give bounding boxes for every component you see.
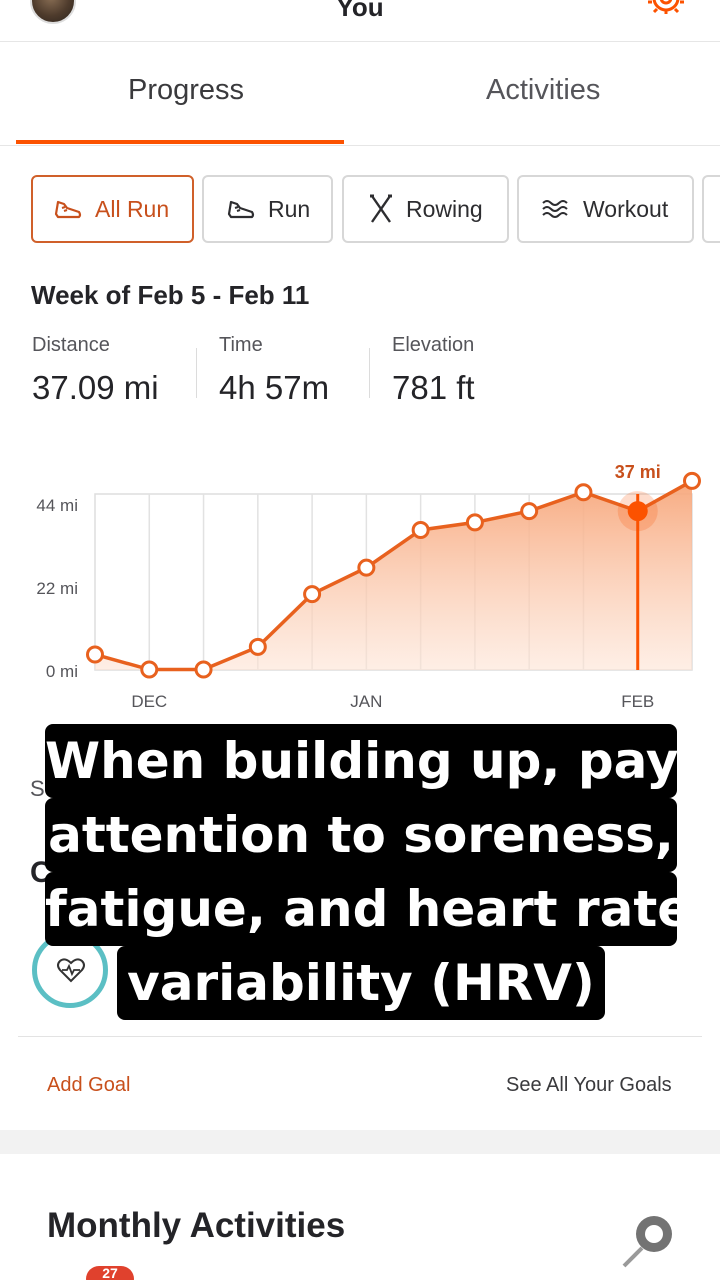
tab-activities[interactable]: Activities bbox=[486, 74, 600, 107]
x-tick-label: DEC bbox=[131, 692, 167, 711]
chip-label: Rowing bbox=[406, 195, 483, 222]
section-label-fragment: S bbox=[30, 776, 45, 801]
data-point[interactable] bbox=[465, 513, 484, 532]
chip-all-run[interactable]: All Run bbox=[31, 175, 194, 243]
workout-wave-icon bbox=[542, 200, 568, 218]
stat-label: Distance bbox=[32, 334, 110, 356]
caption-line: variability (HRV) bbox=[117, 946, 605, 1020]
monthly-activities-panel: Monthly Activities bbox=[0, 1154, 720, 1280]
stat-value: 37.09 mi bbox=[32, 369, 159, 406]
data-point[interactable] bbox=[194, 660, 213, 679]
search-icon[interactable] bbox=[620, 1214, 680, 1274]
chip-more[interactable] bbox=[702, 175, 720, 243]
data-point[interactable] bbox=[574, 483, 593, 502]
gear-icon[interactable] bbox=[642, 0, 690, 22]
caption-line: attention to soreness, bbox=[45, 798, 677, 872]
highlighted-point[interactable] bbox=[627, 501, 648, 522]
tab-progress[interactable]: Progress bbox=[128, 74, 244, 107]
y-tick-label: 44 mi bbox=[36, 496, 78, 515]
data-point[interactable] bbox=[683, 471, 701, 490]
chip-label: Workout bbox=[583, 195, 669, 222]
see-all-goals-link[interactable]: See All Your Goals bbox=[506, 1074, 672, 1097]
divider bbox=[18, 1036, 702, 1037]
y-tick-label: 0 mi bbox=[46, 662, 78, 681]
top-bar: You bbox=[0, 0, 720, 42]
data-point[interactable] bbox=[520, 502, 539, 521]
stat-label: Elevation bbox=[392, 334, 475, 356]
week-title: Week of Feb 5 - Feb 11 bbox=[31, 280, 310, 310]
chip-workout[interactable]: Workout bbox=[517, 175, 694, 243]
stat-value: 4h 57m bbox=[219, 369, 330, 406]
y-tick-label: 22 mi bbox=[36, 579, 78, 598]
shoe-icon bbox=[54, 200, 82, 219]
page-title: You bbox=[336, 0, 384, 22]
stat-time: Time 4h 57m bbox=[219, 334, 329, 407]
chip-label: Run bbox=[268, 195, 311, 222]
active-tab-indicator bbox=[16, 140, 344, 144]
caption-line: When building up, pay bbox=[45, 724, 678, 798]
notification-badge: 27 bbox=[86, 1266, 134, 1280]
heart-pulse-icon bbox=[57, 958, 85, 983]
tab-bar: Progress Activities bbox=[0, 42, 720, 146]
stat-divider bbox=[196, 348, 197, 398]
oars-icon bbox=[370, 194, 392, 223]
monthly-activities-title: Monthly Activities bbox=[47, 1206, 346, 1245]
x-tick-label: FEB bbox=[621, 692, 654, 711]
data-point[interactable] bbox=[248, 637, 267, 656]
shoe-icon bbox=[227, 200, 255, 219]
data-point[interactable] bbox=[411, 520, 430, 539]
x-tick-label: JAN bbox=[350, 692, 382, 711]
stat-value: 781 ft bbox=[392, 369, 475, 406]
stat-label: Time bbox=[219, 334, 263, 356]
stat-divider bbox=[369, 348, 370, 398]
chip-rowing[interactable]: Rowing bbox=[342, 175, 509, 243]
data-point[interactable] bbox=[357, 558, 376, 577]
stat-elevation: Elevation 781 ft bbox=[392, 334, 475, 407]
caption-line: fatigue, and heart rate bbox=[45, 872, 691, 946]
highlight-value-label: 37 mi bbox=[615, 462, 661, 482]
data-point[interactable] bbox=[86, 645, 104, 664]
chip-label: All Run bbox=[95, 195, 170, 222]
stat-distance: Distance 37.09 mi bbox=[32, 334, 159, 407]
data-point[interactable] bbox=[140, 660, 159, 679]
weekly-distance-chart[interactable]: 44 mi 22 mi 0 mi DEC JAN FEB 37 mi bbox=[0, 440, 720, 722]
data-point[interactable] bbox=[303, 585, 322, 604]
add-goal-link[interactable]: Add Goal bbox=[47, 1074, 130, 1097]
chip-run[interactable]: Run bbox=[202, 175, 333, 243]
